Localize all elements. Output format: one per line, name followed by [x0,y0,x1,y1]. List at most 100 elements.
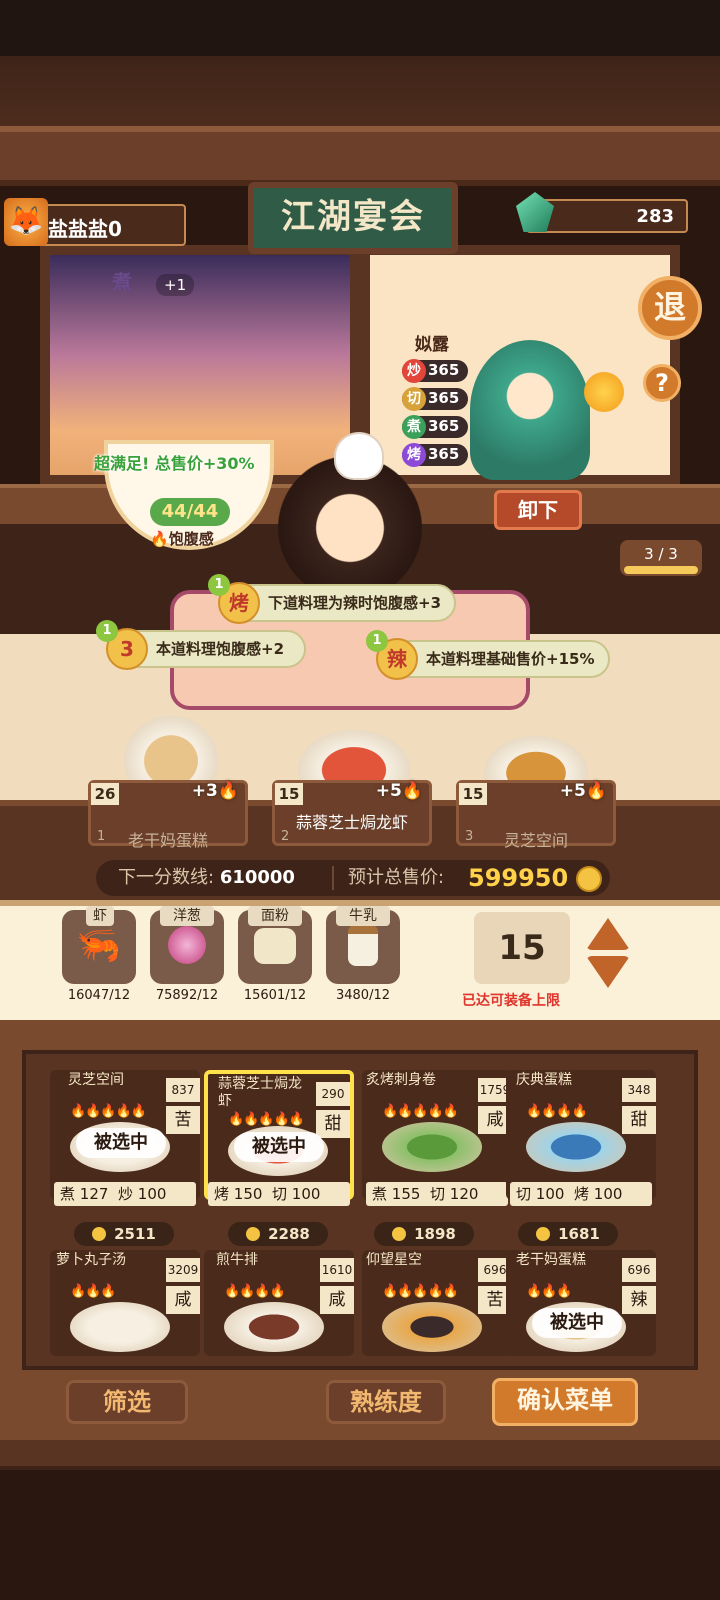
chef-name: 姒露 [415,335,449,355]
cut-icon: 切 [402,387,426,411]
satiety-flames-icon: 🔥🔥🔥 [526,1284,573,1299]
dish-bonus: +3🔥 [192,781,239,801]
dish-qty: 26 [91,783,119,805]
skill-value: 127 [79,1185,109,1203]
satiety-flames-icon: 🔥🔥🔥🔥 [224,1284,286,1299]
recipe-skill-req: 煮 155 切 120 [366,1182,508,1206]
selected-dish-slot-1[interactable]: 26 +3🔥 1 老干妈蛋糕 [88,780,248,850]
filter-label: 筛选 [103,1388,151,1416]
flame-icon: 🔥 [150,530,169,548]
next-label-text: 下一分数线: [118,867,215,888]
satiety-flames-icon: 🔥🔥🔥🔥 [526,1104,588,1119]
recipe-coin-price: 2288 [228,1222,328,1246]
skill-value: 120 [449,1185,479,1203]
skill-value: 100 [291,1185,321,1203]
recipe-price: 837 [166,1078,200,1102]
proficiency-button[interactable]: 熟练度 [326,1380,446,1424]
status-bar-area [0,0,720,56]
recipe-card-lingzhi[interactable]: 灵芝空间 837 苦 🔥🔥🔥🔥🔥 被选中 煮 127 炒 100 [50,1070,200,1206]
bottom-area [0,1474,720,1600]
skill-value: 365 [428,445,460,463]
exit-button[interactable]: 退 [638,276,702,340]
selected-badge: 被选中 [234,1132,324,1162]
skill-icon: 切 [429,1185,445,1203]
recipe-name: 蒜蓉芝士焗龙虾 [218,1076,302,1109]
help-button[interactable]: ? [643,364,681,402]
chef-portrait[interactable] [470,340,590,480]
bonus-level: 1 [366,630,388,652]
skill-value: 155 [391,1185,421,1203]
dish-bonus-value: +3 [191,781,218,801]
ingredient-count: 15601/12 [243,988,307,1003]
skill-icon: 切 [516,1185,532,1203]
unload-button[interactable]: 卸下 [494,490,582,530]
coin-value: 1898 [414,1225,456,1243]
score-divider [332,866,334,890]
selected-dish-slot-3[interactable]: 15 +5🔥 3 灵芝空间 [456,780,616,850]
skill-value: 100 [593,1185,623,1203]
event-title: 江湖宴会 [281,197,425,237]
equip-count: 15 [474,912,570,984]
unload-label: 卸下 [518,498,558,522]
satiety-label-text: 饱腹感 [168,530,214,548]
satiety-flames-icon: 🔥🔥🔥🔥🔥 [382,1284,459,1299]
selected-dish-slot-2[interactable]: 15 +5🔥 2 蒜蓉芝士焗龙虾 [272,780,432,846]
skill-icon: 切 [271,1185,287,1203]
cook-method-tag: 煮 [112,270,132,294]
bonus-text: 本道料理基础售价+15% [426,650,595,668]
player-name-panel[interactable]: 盐盐盐0 [34,204,186,246]
cook-bonus-value: +1 [156,274,195,296]
dish-bonus: +5🔥 [560,781,607,801]
recipe-card-radish-soup[interactable]: 萝卜丸子汤 3209 咸 🔥🔥🔥 [50,1250,200,1356]
dish-bonus-value: +5 [559,781,586,801]
recipe-name: 煎牛排 [216,1252,258,1268]
confirm-label: 确认菜单 [517,1386,613,1414]
confirm-menu-button[interactable]: 确认菜单 [492,1378,638,1426]
bonus-text: 本道料理饱腹感+2 [156,640,285,658]
satiety-banner: 超满足! 总售价+30% [94,454,255,473]
recipe-card-starry-sky[interactable]: 仰望星空 696 苦 🔥🔥🔥🔥🔥 [362,1250,512,1356]
exit-label: 退 [653,288,686,326]
milk-icon [348,924,378,966]
ingredient-count: 16047/12 [67,988,131,1003]
recipe-dish-image [382,1122,482,1172]
recipe-flavor: 苦 [166,1106,200,1134]
total-price-label: 预计总售价: [348,867,445,888]
chicken-hat-icon [334,432,384,480]
recipe-card-celebration-cake[interactable]: 庆典蛋糕 348 甜 🔥🔥🔥🔥 切 100 烤 100 [506,1070,656,1206]
skill-icon: 炒 [117,1185,133,1203]
bonus-tag-2: 3 1 本道料理饱腹感+2 [96,620,306,670]
bonus-level: 1 [208,574,230,596]
bonus-level: 1 [96,620,118,642]
recipe-dish-image [224,1302,324,1352]
satiety-flames-icon: 🔥🔥🔥🔥🔥 [70,1104,147,1119]
recipe-flavor: 甜 [622,1106,656,1134]
player-name: 盐盐盐0 [48,217,122,241]
recipe-card-laoganma-cake[interactable]: 老干妈蛋糕 696 辣 🔥🔥🔥 被选中 [506,1250,656,1356]
chef-skill-boil: 煮 365 [402,415,468,439]
event-title-banner: 江湖宴会 [248,182,458,254]
coin-value: 2511 [114,1225,156,1243]
recipe-name: 炙烤刺身卷 [366,1072,436,1088]
chef-skill-stir-fry: 炒 365 [402,359,468,383]
coin-icon [392,1227,407,1241]
flame-icon: 🔥 [401,781,423,801]
satiety-flames-icon: 🔥🔥🔥🔥🔥 [382,1104,459,1119]
ingredient-name: 虾 [86,906,114,926]
recipe-card-steak[interactable]: 煎牛排 1610 咸 🔥🔥🔥🔥 [204,1250,354,1356]
player-avatar[interactable]: 🦊 [4,198,48,246]
dish-bonus-value: +5 [375,781,402,801]
recipe-price: 290 [316,1082,350,1106]
recipe-dish-image [526,1122,626,1172]
skill-value: 365 [428,417,460,435]
recipe-card-lobster[interactable]: 蒜蓉芝士焗龙虾 290 甜 🔥🔥🔥🔥🔥 被选中 烤 150 切 100 [204,1070,354,1206]
recipe-name: 萝卜丸子汤 [56,1252,126,1268]
dish-name: 蒜蓉芝士焗龙虾 [295,813,408,832]
recipe-coin-price: 2511 [74,1222,174,1246]
flour-icon [254,928,296,964]
coin-value: 1681 [558,1225,600,1243]
recipe-name: 仰望星空 [366,1252,422,1268]
flame-icon: 🔥 [585,781,607,801]
filter-button[interactable]: 筛选 [66,1380,188,1424]
recipe-card-sashimi[interactable]: 炙烤刺身卷 1759 咸 🔥🔥🔥🔥🔥 煮 155 切 120 [362,1070,512,1206]
